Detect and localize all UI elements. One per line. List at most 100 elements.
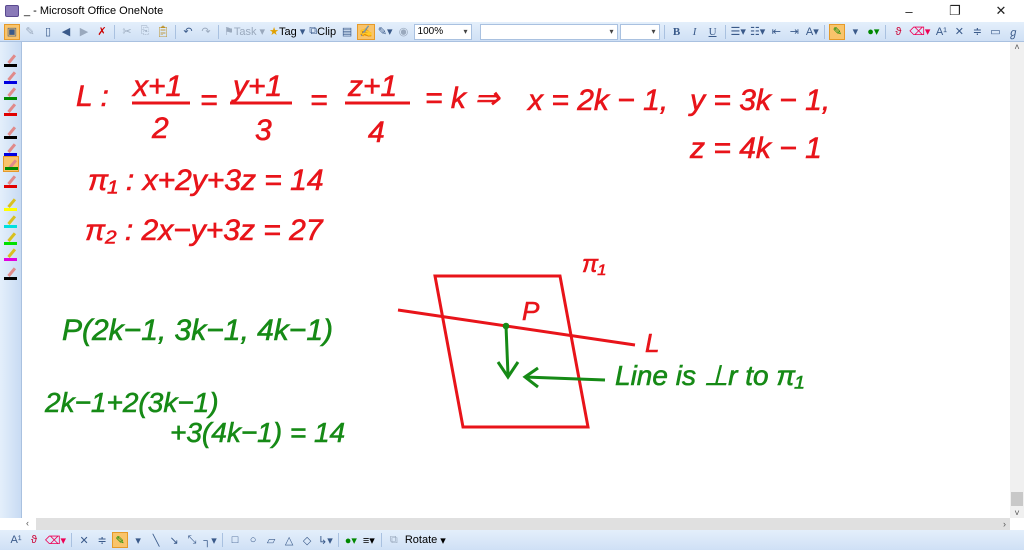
pen-swatch[interactable] [3, 230, 19, 246]
vertical-scrollbar[interactable]: ˄ ˅ [1010, 42, 1024, 518]
pen-swatch[interactable] [3, 141, 19, 157]
pen-color-bar [4, 258, 17, 261]
arrow-tool-icon[interactable]: ↘ [166, 532, 182, 548]
rectangle-tool-icon[interactable]: □ [227, 532, 243, 548]
ink-note: Line is ⊥r to π₁ [615, 360, 804, 391]
zoom-select[interactable]: 100% ▾ [413, 23, 472, 40]
eraser-button[interactable]: ⌫▾ [908, 24, 931, 40]
delete-page-button[interactable]: ✗ [94, 24, 110, 40]
pen-dropdown-button[interactable]: ✎▾ [377, 24, 394, 40]
pen-swatch[interactable] [3, 173, 19, 189]
pen-swatch[interactable] [3, 52, 19, 68]
font-color-button[interactable]: A ▾ [804, 24, 820, 40]
lasso-select-icon[interactable]: ϑ [890, 24, 906, 40]
rotate-button[interactable]: Rotate ▾ [404, 532, 447, 548]
clip-button[interactable]: ⧉ Clip [308, 24, 337, 40]
note-canvas[interactable]: L : x+1 2 = y+1 3 = z+1 4 = k ⇒ x = 2k −… [22, 42, 1010, 518]
underline-button[interactable]: U [705, 24, 721, 40]
font-select[interactable]: ▾ [479, 23, 618, 40]
research-button[interactable]: ◉ [396, 24, 412, 40]
title-bar: _ - Microsoft Office OneNote – ❐ ✕ [0, 0, 1024, 22]
delete-button[interactable]: ✕ [76, 532, 92, 548]
pen-swatch[interactable] [3, 124, 19, 140]
pen-swatch[interactable] [3, 196, 19, 212]
eraser-button[interactable]: ⌫▾ [44, 532, 67, 548]
ink-toggle-button[interactable]: ✍ [357, 23, 375, 40]
highlighter-button[interactable]: ✎ [829, 23, 846, 40]
full-page-view-button[interactable]: ▣ [4, 23, 20, 40]
pen-swatch[interactable] [3, 213, 19, 229]
numbering-button[interactable]: ☷▾ [749, 24, 766, 40]
pointer-arrow [524, 375, 606, 382]
plane-parallelogram [433, 274, 590, 429]
pen-swatch[interactable] [3, 265, 19, 281]
forward-button[interactable]: ▶ [76, 24, 92, 40]
ink-y-eq: y = 3k − 1, [688, 84, 830, 117]
pen-color-bar [4, 64, 17, 67]
diamond-tool-icon[interactable]: ◇ [299, 532, 315, 548]
new-page-button[interactable]: ▯ [40, 24, 56, 40]
scroll-thumb[interactable] [1011, 492, 1023, 506]
pen-swatch[interactable] [3, 85, 19, 101]
decrease-indent-button[interactable]: ⇤ [768, 24, 784, 40]
color-button[interactable]: ●▾ [343, 532, 359, 548]
pen-swatch[interactable] [3, 156, 19, 172]
double-arrow-tool-icon[interactable]: ⤡ [184, 532, 200, 548]
horizontal-scrollbar[interactable]: ‹ › [22, 518, 1010, 530]
page-list-button[interactable]: ▤ [339, 24, 355, 40]
pen-swatch[interactable] [3, 69, 19, 85]
parallelogram-tool-icon[interactable]: ▱ [263, 532, 279, 548]
increase-indent-button[interactable]: ⇥ [786, 24, 802, 40]
line-l [397, 308, 636, 347]
minimize-button[interactable]: – [886, 0, 932, 22]
redo-button[interactable]: ↷ [198, 24, 214, 40]
scroll-right-icon[interactable]: › [1003, 519, 1010, 529]
pen-swatch[interactable] [3, 101, 19, 117]
pen-dropdown[interactable]: ▾ [130, 532, 146, 548]
axis-tool-icon[interactable]: ┐▾ [202, 532, 218, 548]
undo-button[interactable]: ↶ [180, 24, 196, 40]
pen-color-button[interactable]: ●▾ [865, 24, 881, 40]
superscript-button[interactable]: A¹ [8, 532, 24, 548]
cut-button[interactable]: ✂ [119, 24, 135, 40]
connector-tool-icon[interactable]: ↳▾ [317, 532, 334, 548]
restore-button[interactable]: ❐ [932, 0, 978, 22]
superscript-button[interactable]: A¹ [933, 24, 949, 40]
pen-tip-icon [7, 198, 17, 208]
delete-button[interactable]: ✕ [951, 24, 967, 40]
line-weight-button[interactable]: ≡▾ [361, 532, 377, 548]
scroll-down-icon[interactable]: ˅ [1010, 508, 1024, 518]
lasso-select-icon[interactable]: ϑ [26, 532, 42, 548]
paste-button[interactable]: 📋︎ [155, 24, 171, 40]
ink-diagram-p: P [522, 296, 540, 326]
italic-button[interactable]: I [687, 24, 703, 40]
arrange-icon[interactable]: ⧉ [386, 532, 402, 548]
pen-color-bar [4, 277, 17, 280]
tag-button[interactable]: ★ Tag ▾ [268, 24, 306, 40]
triangle-tool-icon[interactable]: △ [281, 532, 297, 548]
bullets-button[interactable]: ☰▾ [730, 24, 747, 40]
pen-icon[interactable]: ✎ [22, 24, 38, 40]
bold-button[interactable]: B [669, 24, 685, 40]
pen-tip-icon [7, 54, 17, 64]
highlighter-dropdown[interactable]: ▾ [847, 24, 863, 40]
close-button[interactable]: ✕ [978, 0, 1024, 22]
pen-tip-icon [7, 87, 17, 97]
pen-tip-icon [7, 215, 17, 225]
pen-tip-icon [7, 232, 17, 242]
scroll-up-icon[interactable]: ˄ [1010, 42, 1024, 52]
task-button[interactable]: ⚑ Task ▾ [223, 24, 266, 40]
scroll-left-icon[interactable]: ‹ [22, 518, 36, 530]
page-button[interactable]: ▭ [987, 24, 1003, 40]
insert-space-button[interactable]: ≑ [94, 532, 110, 548]
ellipse-tool-icon[interactable]: ○ [245, 532, 261, 548]
pen-swatch[interactable] [3, 246, 19, 262]
convert-ink-button[interactable]: ℊ [1005, 24, 1021, 40]
pen-button[interactable]: ✎ [112, 532, 129, 548]
font-size-select[interactable]: ▾ [619, 23, 660, 40]
copy-button[interactable]: ⎘ [137, 24, 153, 40]
line-tool-icon[interactable]: ╲ [148, 532, 164, 548]
insert-space-button[interactable]: ≑ [969, 24, 985, 40]
back-button[interactable]: ◀ [58, 24, 74, 40]
ink-frac2-num: y+1 [231, 70, 282, 103]
